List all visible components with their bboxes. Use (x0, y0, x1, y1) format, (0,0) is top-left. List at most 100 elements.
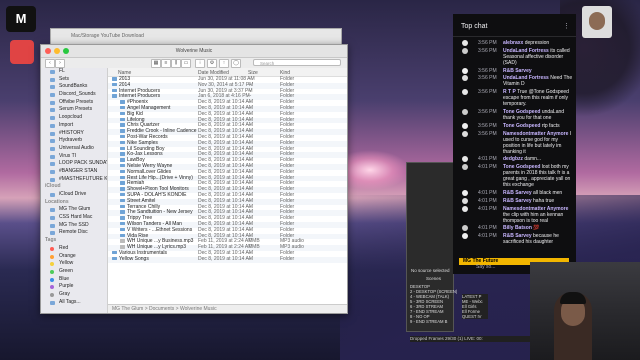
user-avatar (462, 89, 468, 96)
obs-scene-item[interactable]: 9 - END STREAM B (410, 319, 460, 324)
tag-dot-icon (50, 292, 54, 297)
sidebar-item[interactable]: Remote Disc (41, 229, 107, 237)
sidebar-item[interactable]: SoundBanks (41, 83, 107, 91)
group-button[interactable]: ⁝ (195, 59, 205, 68)
sidebar-tag[interactable]: Orange (41, 253, 107, 261)
chat-username[interactable]: Tone Godspeed (503, 123, 540, 129)
tag-icon[interactable]: ◯ (231, 59, 241, 68)
sidebar-item[interactable]: MG The Glum (41, 206, 107, 214)
gear-icon[interactable]: ⚙ (207, 59, 217, 68)
chat-message[interactable]: 4:01 PM dedgbzz damn... (453, 156, 576, 163)
chat-message[interactable]: 3:56 PM Tone Godspeed rtp facts (453, 122, 576, 129)
folder-icon (50, 77, 55, 82)
chat-title[interactable]: Top chat (461, 23, 487, 30)
sidebar-item[interactable]: Serum Presets (41, 106, 107, 114)
chat-message[interactable]: 3:56 PM UndaLand Fortress its called Seas… (453, 47, 576, 66)
file-row[interactable]: Yellow Songs Dec 8, 2019 at 10:14 AM -- Fol… (108, 255, 347, 263)
chat-message[interactable]: 4:01 PM Billy Batson 💯 (453, 225, 576, 232)
folder-icon (120, 216, 125, 220)
sidebar-tag[interactable]: Blue (41, 276, 107, 284)
column-date-header[interactable]: Date Modified (198, 70, 229, 76)
chat-message[interactable]: 3:56 PM Tone Godspeed undaLand thank you … (453, 108, 576, 121)
sidebar-tag[interactable]: Gray (41, 291, 107, 299)
sidebar-tag[interactable]: Green (41, 268, 107, 276)
chat-timestamp: 3:56 PM (478, 47, 497, 54)
sidebar-item[interactable]: #MASTHEFUTURE KITS (41, 176, 107, 184)
chat-message[interactable]: 3:56 PM R&B Sarvey (453, 67, 576, 74)
sidebar-item-label: Serum Presets (59, 106, 93, 113)
sidebar-item[interactable]: Hydraverb (41, 137, 107, 145)
sidebar-tag[interactable]: Purple (41, 283, 107, 291)
icon-view-button[interactable]: ▦ (151, 59, 161, 68)
sidebar-item[interactable]: CSS Hard Mac (41, 214, 107, 222)
gallery-view-button[interactable]: ▭ (181, 59, 191, 68)
column-name-header[interactable]: Name (118, 70, 131, 76)
sidebar-tag[interactable]: Yellow (41, 260, 107, 268)
sidebar-item[interactable]: Discord_Sounds (41, 91, 107, 99)
folder-icon (120, 192, 125, 197)
sidebar-item[interactable]: Loopcloud (41, 114, 107, 122)
chat-username[interactable]: dedgbzz (503, 156, 523, 162)
chat-message[interactable]: 4:01 PM R&B Sarvey because he sacrificed … (453, 233, 576, 245)
chat-timestamp: 3:56 PM (478, 108, 497, 115)
sidebar-item[interactable]: Offvibe Presets (41, 99, 107, 107)
forward-button[interactable]: › (55, 59, 65, 68)
chat-message[interactable]: 3:56 PM UndaLand Fortress Need The Vitami… (453, 75, 576, 87)
chat-username[interactable]: R&B Sarvey (503, 68, 532, 74)
sidebar-item[interactable]: MG The SSD (41, 222, 107, 230)
finder-titlebar[interactable]: Wolverine Music (41, 45, 347, 58)
chat-message[interactable]: 4:01 PM R&B Sarvey all black men (453, 189, 576, 196)
obs-status-bar: Dropped Frames 29/30 (1) LIVE: 00: (410, 336, 530, 342)
sidebar-item-label: FL (59, 68, 65, 74)
chat-message[interactable]: 4:01 PM Namesdontmatter Anymore the clip … (453, 205, 576, 224)
sidebar-item[interactable]: Virus TI (41, 153, 107, 161)
search-input[interactable]: Search (253, 59, 341, 66)
chat-message[interactable]: 3:56 PM R T P True @Tone Godspeed escape … (453, 89, 576, 107)
folder-icon (120, 169, 125, 174)
chat-username[interactable]: alebraxx (503, 40, 523, 46)
chat-timestamp: 4:01 PM (478, 189, 497, 196)
share-icon[interactable]: ↑ (219, 59, 229, 68)
sidebar-item[interactable]: Import (41, 122, 107, 130)
sidebar-item-label: iCloud Drive (59, 191, 87, 197)
chat-username[interactable]: Billy Batson (503, 225, 532, 231)
chat-input[interactable]: Say so... (476, 264, 536, 271)
sidebar-item[interactable]: All Tags... (41, 299, 107, 307)
chat-timestamp: 3:56 PM (478, 89, 497, 96)
folder-icon (112, 256, 117, 261)
chat-timestamp: 3:56 PM (478, 67, 497, 74)
chat-message[interactable]: 3:56 PM Namesdontmatter Anymore I used to… (453, 130, 576, 155)
column-kind-header[interactable]: Kind (280, 70, 290, 76)
back-button[interactable]: ‹ (45, 59, 55, 68)
sidebar-item-label: LOOP PACK SUNDAYS (59, 160, 108, 167)
path-bar[interactable]: MG The Glum > Documents > Wolverine Musi… (108, 304, 347, 313)
finder-window[interactable]: Wolverine Music ‹ › ▦ ≡ ⫼ ▭ ⁝ ⚙ ↑ ◯ Sear… (40, 44, 348, 314)
sidebar-item-label: Yellow (59, 260, 74, 267)
column-view-button[interactable]: ⫼ (171, 59, 181, 68)
file-size: -- (248, 255, 252, 262)
chat-message[interactable]: 4:01 PM R&B Sarvey haha true (453, 197, 576, 204)
sidebar-item[interactable]: FL (41, 68, 107, 76)
chat-username[interactable]: R&B Sarvey (503, 198, 532, 204)
sidebar-item[interactable]: #HISTORY (41, 130, 107, 138)
sidebar-item[interactable]: LOOP PACK SUNDAYS (41, 160, 107, 168)
tag-dot-icon (50, 269, 54, 274)
sidebar-item[interactable]: iCloud Drive (41, 191, 107, 199)
sidebar-item-label: Sets (59, 75, 70, 82)
chat-message[interactable]: 3:56 PM alebraxx depression (453, 40, 576, 46)
sidebar-tag[interactable]: Red (41, 245, 107, 253)
sidebar-item[interactable]: Sets (41, 76, 107, 84)
file-list: Name Date Modified Size Kind 2013 Jun 30,… (108, 68, 347, 305)
more-icon[interactable]: ⋮ (563, 22, 570, 30)
sidebar-item[interactable]: Universal Audio (41, 145, 107, 153)
sidebar-item[interactable]: #BANGER STAN (41, 168, 107, 176)
folder-icon (112, 94, 117, 98)
app-icon[interactable] (10, 40, 34, 64)
list-view-button[interactable]: ≡ (161, 59, 171, 68)
user-avatar (462, 130, 468, 137)
column-size-header[interactable]: Size (248, 70, 258, 76)
chat-username[interactable]: R&B Sarvey (503, 190, 532, 196)
chat-message[interactable]: 4:01 PM Tone Godspeed lost both my parent… (453, 164, 576, 188)
sidebar-item-label: MG The SSD (59, 221, 89, 228)
obs-source-item[interactable]: QUEST IV (462, 314, 488, 319)
